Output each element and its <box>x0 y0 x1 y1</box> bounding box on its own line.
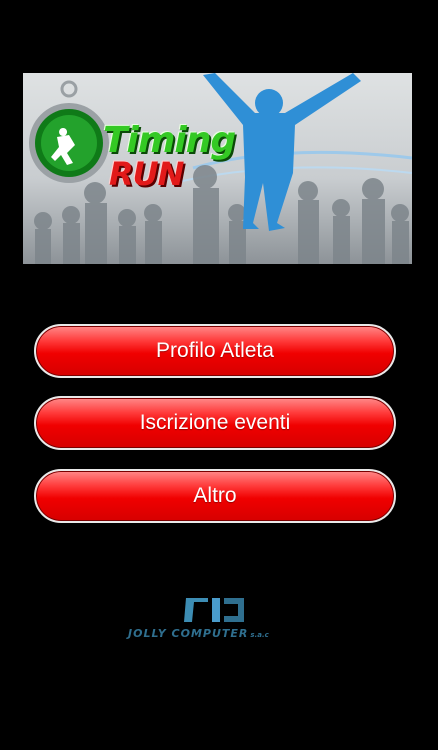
company-suffix: s.a.c <box>250 631 269 639</box>
company-name: JOLLY COMPUTER s.a.c <box>128 627 269 640</box>
iscrizione-eventi-button[interactable]: Iscrizione eventi <box>34 396 396 450</box>
altro-button[interactable]: Altro <box>34 469 396 523</box>
timing-run-banner: Timing RUN <box>23 73 412 264</box>
company-name-text: JOLLY COMPUTER <box>128 627 249 640</box>
runners-illustration <box>29 73 412 264</box>
logo-title-run: RUN <box>109 155 184 193</box>
profilo-atleta-button[interactable]: Profilo Atleta <box>34 324 396 378</box>
